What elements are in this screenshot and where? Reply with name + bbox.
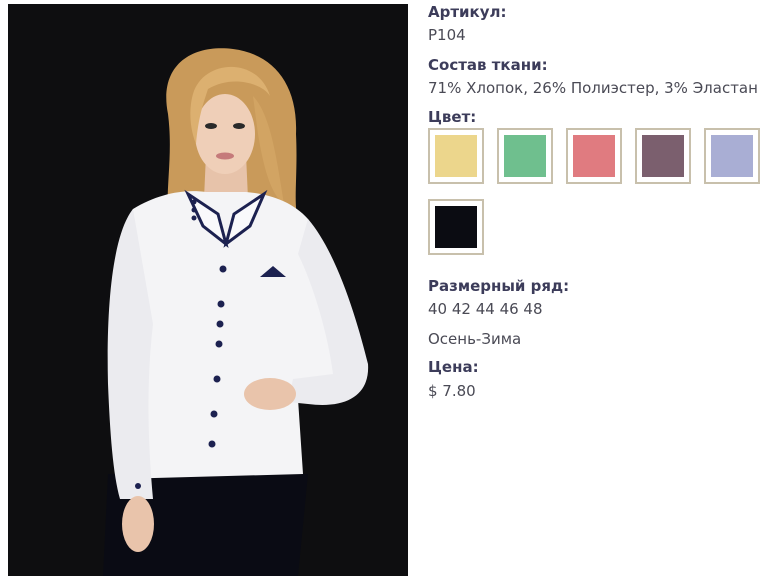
fabric-value: 71% Хлопок, 26% Полиэстер, 3% Эластан [428, 79, 758, 97]
price-label: Цена: [428, 358, 479, 376]
season-value: Осень-Зима [428, 330, 522, 348]
color-label: Цвет: [428, 108, 477, 126]
color-chip [435, 135, 477, 177]
sizes-label: Размерный ряд: [428, 277, 570, 295]
color-chip [573, 135, 615, 177]
sizes-value: 40 42 44 46 48 [428, 300, 543, 318]
color-swatch-lavender[interactable] [704, 128, 760, 184]
color-swatch-pink[interactable] [566, 128, 622, 184]
color-chip [711, 135, 753, 177]
price-value: $ 7.80 [428, 382, 476, 400]
product-page: Артикул: P104 Состав ткани: 71% Хлопок, … [0, 0, 778, 578]
color-swatch-black[interactable] [428, 199, 484, 255]
article-label: Артикул: [428, 3, 507, 21]
color-swatch-yellow[interactable] [428, 128, 484, 184]
product-photo-illustration [8, 4, 408, 576]
color-chip [435, 206, 477, 248]
color-swatch-mint[interactable] [497, 128, 553, 184]
color-chip [504, 135, 546, 177]
fabric-label: Состав ткани: [428, 56, 548, 74]
color-chip [642, 135, 684, 177]
product-photo[interactable] [8, 4, 408, 576]
color-swatch-plum[interactable] [635, 128, 691, 184]
article-value: P104 [428, 26, 466, 44]
